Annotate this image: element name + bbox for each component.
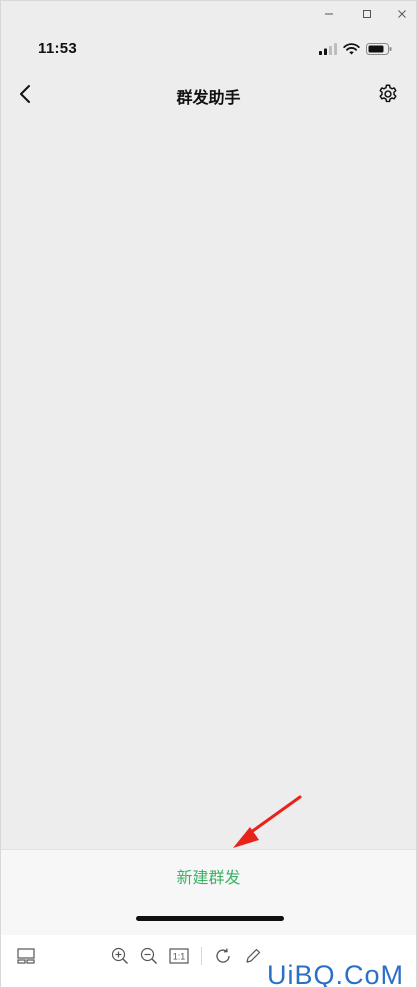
toolbar-divider: [201, 947, 202, 965]
maximize-icon[interactable]: [354, 4, 380, 24]
rotate-icon[interactable]: [212, 945, 234, 967]
new-broadcast-button[interactable]: 新建群发: [1, 864, 416, 888]
thumbnail-layout-icon[interactable]: [15, 945, 37, 967]
status-icons: [319, 42, 392, 60]
page-title: 群发助手: [176, 88, 241, 107]
status-bar: 11:53: [1, 27, 416, 71]
image-viewer-window: 11:53 群发助手 新建群发 1:1 UiBQ.CoM: [0, 0, 417, 988]
home-indicator: [136, 916, 284, 921]
settings-gear-icon[interactable]: [374, 80, 402, 108]
navigation-bar: 群发助手: [1, 71, 416, 117]
zoom-in-icon[interactable]: [109, 945, 131, 967]
close-icon[interactable]: [389, 4, 415, 24]
zoom-out-icon[interactable]: [138, 945, 160, 967]
window-titlebar: [1, 1, 416, 27]
battery-icon: [366, 42, 392, 60]
broadcast-list-empty: [1, 117, 416, 849]
actual-size-label: 1:1: [173, 952, 186, 962]
bottom-action-panel: 新建群发: [1, 849, 416, 935]
watermark-logo: UiBQ.CoM: [264, 960, 406, 988]
actual-size-button[interactable]: 1:1: [168, 945, 190, 967]
minimize-icon[interactable]: [316, 4, 342, 24]
phone-screenshot: 11:53 群发助手 新建群发: [1, 27, 416, 935]
wifi-icon: [343, 42, 360, 60]
status-time: 11:53: [38, 40, 78, 57]
signal-icon: [319, 42, 337, 60]
edit-pen-icon[interactable]: [242, 945, 264, 967]
